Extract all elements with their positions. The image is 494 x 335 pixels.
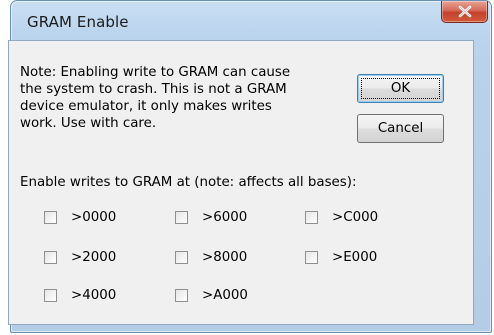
checkbox-e000[interactable]: >E000: [305, 249, 377, 265]
note-line: the system to crash. This is not a GRAM: [20, 82, 287, 97]
checkbox-c000[interactable]: >C000: [305, 209, 378, 225]
checkbox-box[interactable]: [175, 288, 188, 302]
checkbox-label: >2000: [71, 249, 117, 265]
ok-button[interactable]: OK: [357, 74, 444, 103]
checkbox-label: >8000: [202, 249, 248, 265]
checkbox-label: >A000: [202, 287, 248, 303]
close-icon: [458, 5, 472, 18]
focus-rectangle: [361, 78, 440, 99]
checkbox-label: >E000: [332, 249, 378, 265]
cancel-button-label: Cancel: [377, 121, 424, 136]
section-label: Enable writes to GRAM at (note: affects …: [20, 175, 357, 190]
note-line: work. Use with care.: [20, 116, 157, 131]
checkbox-label: >4000: [71, 287, 117, 303]
checkbox-8000[interactable]: >8000: [175, 249, 247, 265]
checkbox-label: >6000: [202, 209, 248, 225]
checkbox-0000[interactable]: >0000: [44, 209, 116, 225]
checkbox-a000[interactable]: >A000: [175, 287, 248, 303]
window-title: GRAM Enable: [27, 13, 129, 31]
checkbox-4000[interactable]: >4000: [44, 287, 116, 303]
checkbox-label: >C000: [332, 209, 379, 225]
checkbox-box[interactable]: [175, 210, 188, 224]
warning-note: Note: Enabling write to GRAM can cause t…: [20, 64, 340, 132]
checkbox-box[interactable]: [44, 210, 57, 224]
note-line: Note: Enabling write to GRAM can cause: [20, 65, 291, 80]
note-line: device emulator, it only makes writes: [20, 99, 272, 114]
cancel-button[interactable]: Cancel: [357, 114, 444, 143]
close-button[interactable]: [441, 1, 488, 23]
checkbox-box[interactable]: [44, 250, 57, 264]
checkbox-label: >0000: [71, 209, 117, 225]
checkbox-2000[interactable]: >2000: [44, 249, 116, 265]
checkbox-box[interactable]: [305, 210, 318, 224]
checkbox-6000[interactable]: >6000: [175, 209, 247, 225]
checkbox-box[interactable]: [44, 288, 57, 302]
checkbox-box[interactable]: [175, 250, 188, 264]
checkbox-box[interactable]: [305, 250, 318, 264]
